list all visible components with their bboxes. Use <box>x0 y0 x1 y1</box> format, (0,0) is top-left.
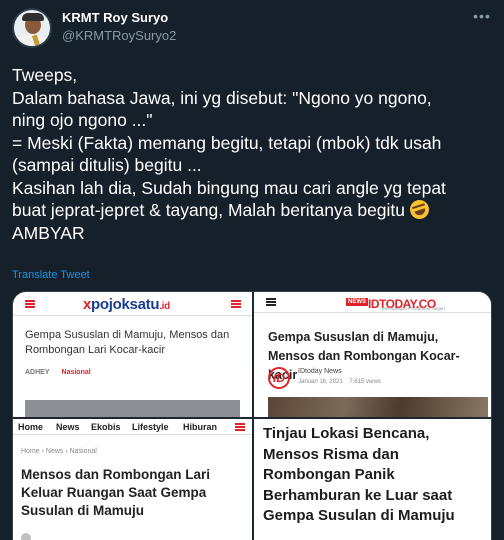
news-site-headline: Mensos dan Rombongan Lari Keluar Ruangan… <box>21 467 211 518</box>
tweet-line: (sampai ditulis) begitu ... <box>12 155 202 175</box>
author-handle[interactable]: @KRMTRoySuryo2 <box>62 28 176 43</box>
media-grid: xpojoksatu.id Gempa Sususlan di Mamuju, … <box>12 291 492 540</box>
author-name[interactable]: KRMT Roy Suryo <box>62 10 168 25</box>
idtoday-tagline: Membangun Peradaban Negeri <box>382 306 445 311</box>
nav-news: News <box>56 422 80 432</box>
tweet-line: AMBYAR <box>12 222 85 243</box>
media-image-news-site[interactable]: Home News Ekobis Lifestyle Hiburan Home … <box>13 419 252 540</box>
hamburger-menu-icon <box>266 298 276 306</box>
pojoksatu-photo <box>25 400 240 417</box>
idtoday-photo <box>268 397 488 417</box>
hamburger-menu-icon <box>25 300 35 308</box>
pojoksatu-headline: Gempa Sususlan di Mamuju, Mensos dan Rom… <box>25 329 230 356</box>
idtoday-source: IDtoday News <box>298 368 342 375</box>
tweet-line: Dalam bahasa Jawa, ini yg disebut: "Ngon… <box>12 87 432 108</box>
author-avatar[interactable] <box>12 8 52 48</box>
tweet-line-with-emoji: buat jeprat-jepret & tayang, Malah berit… <box>12 197 496 222</box>
translate-tweet-link[interactable]: Translate Tweet <box>12 269 90 281</box>
tweet-line: buat jeprat-jepret & tayang, Malah berit… <box>12 200 406 220</box>
site-nav: Home News Ekobis Lifestyle Hiburan <box>13 419 252 435</box>
avatar-cap <box>22 13 44 21</box>
pojoksatu-header: xpojoksatu.id <box>13 292 252 316</box>
idtoday-headline: Gempa Sususlan di Mamuju, Mensos dan Rom… <box>268 330 460 382</box>
tweet-line: ning ojo ngono ..." <box>12 110 153 130</box>
nav-home: Home <box>18 422 44 432</box>
tweet-line: = Meski (Fakta) memang begitu, tetapi (m… <box>12 132 442 153</box>
rolling-on-floor-laughing-emoji-icon <box>407 197 432 222</box>
headline-text: Tinjau Lokasi Bencana, Mensos Risma dan … <box>263 425 455 524</box>
hamburger-menu-icon <box>231 300 241 308</box>
media-image-headline[interactable]: Tinjau Lokasi Bencana, Mensos Risma dan … <box>254 419 491 540</box>
hamburger-menu-icon <box>235 423 245 431</box>
idtoday-source-icon: ID <box>268 367 290 389</box>
tweet-header: KRMT Roy Suryo @KRMTRoySuryo2 ••• <box>12 8 492 50</box>
pojoksatu-logo: xpojoksatu.id <box>83 296 170 313</box>
tweet-line: Tweeps, <box>12 65 78 85</box>
media-image-pojoksatu[interactable]: xpojoksatu.id Gempa Sususlan di Mamuju, … <box>13 292 252 417</box>
idtoday-header: NEWS IDTODAY.CO Membangun Peradaban Neger… <box>254 292 491 313</box>
breadcrumb: Home › News › Nasional <box>21 448 97 455</box>
more-dots-icon[interactable]: ••• <box>472 8 492 24</box>
author-avatar-small <box>21 533 31 540</box>
nav-hiburan: Hiburan <box>183 422 218 432</box>
tweet-text: Tweeps, Dalam bahasa Jawa, ini yg disebu… <box>12 64 496 244</box>
nav-ekobis: Ekobis <box>91 422 121 432</box>
tweet-line: Kasihan lah dia, Sudah bingung mau cari … <box>12 177 446 198</box>
pojoksatu-meta: ADHEY Nasional <box>25 369 91 376</box>
media-image-idtoday[interactable]: NEWS IDTODAY.CO Membangun Peradaban Neger… <box>254 292 491 417</box>
idtoday-date-views: Januari 16, 2021 7.615 views <box>298 379 382 385</box>
nav-lifestyle: Lifestyle <box>132 422 169 432</box>
